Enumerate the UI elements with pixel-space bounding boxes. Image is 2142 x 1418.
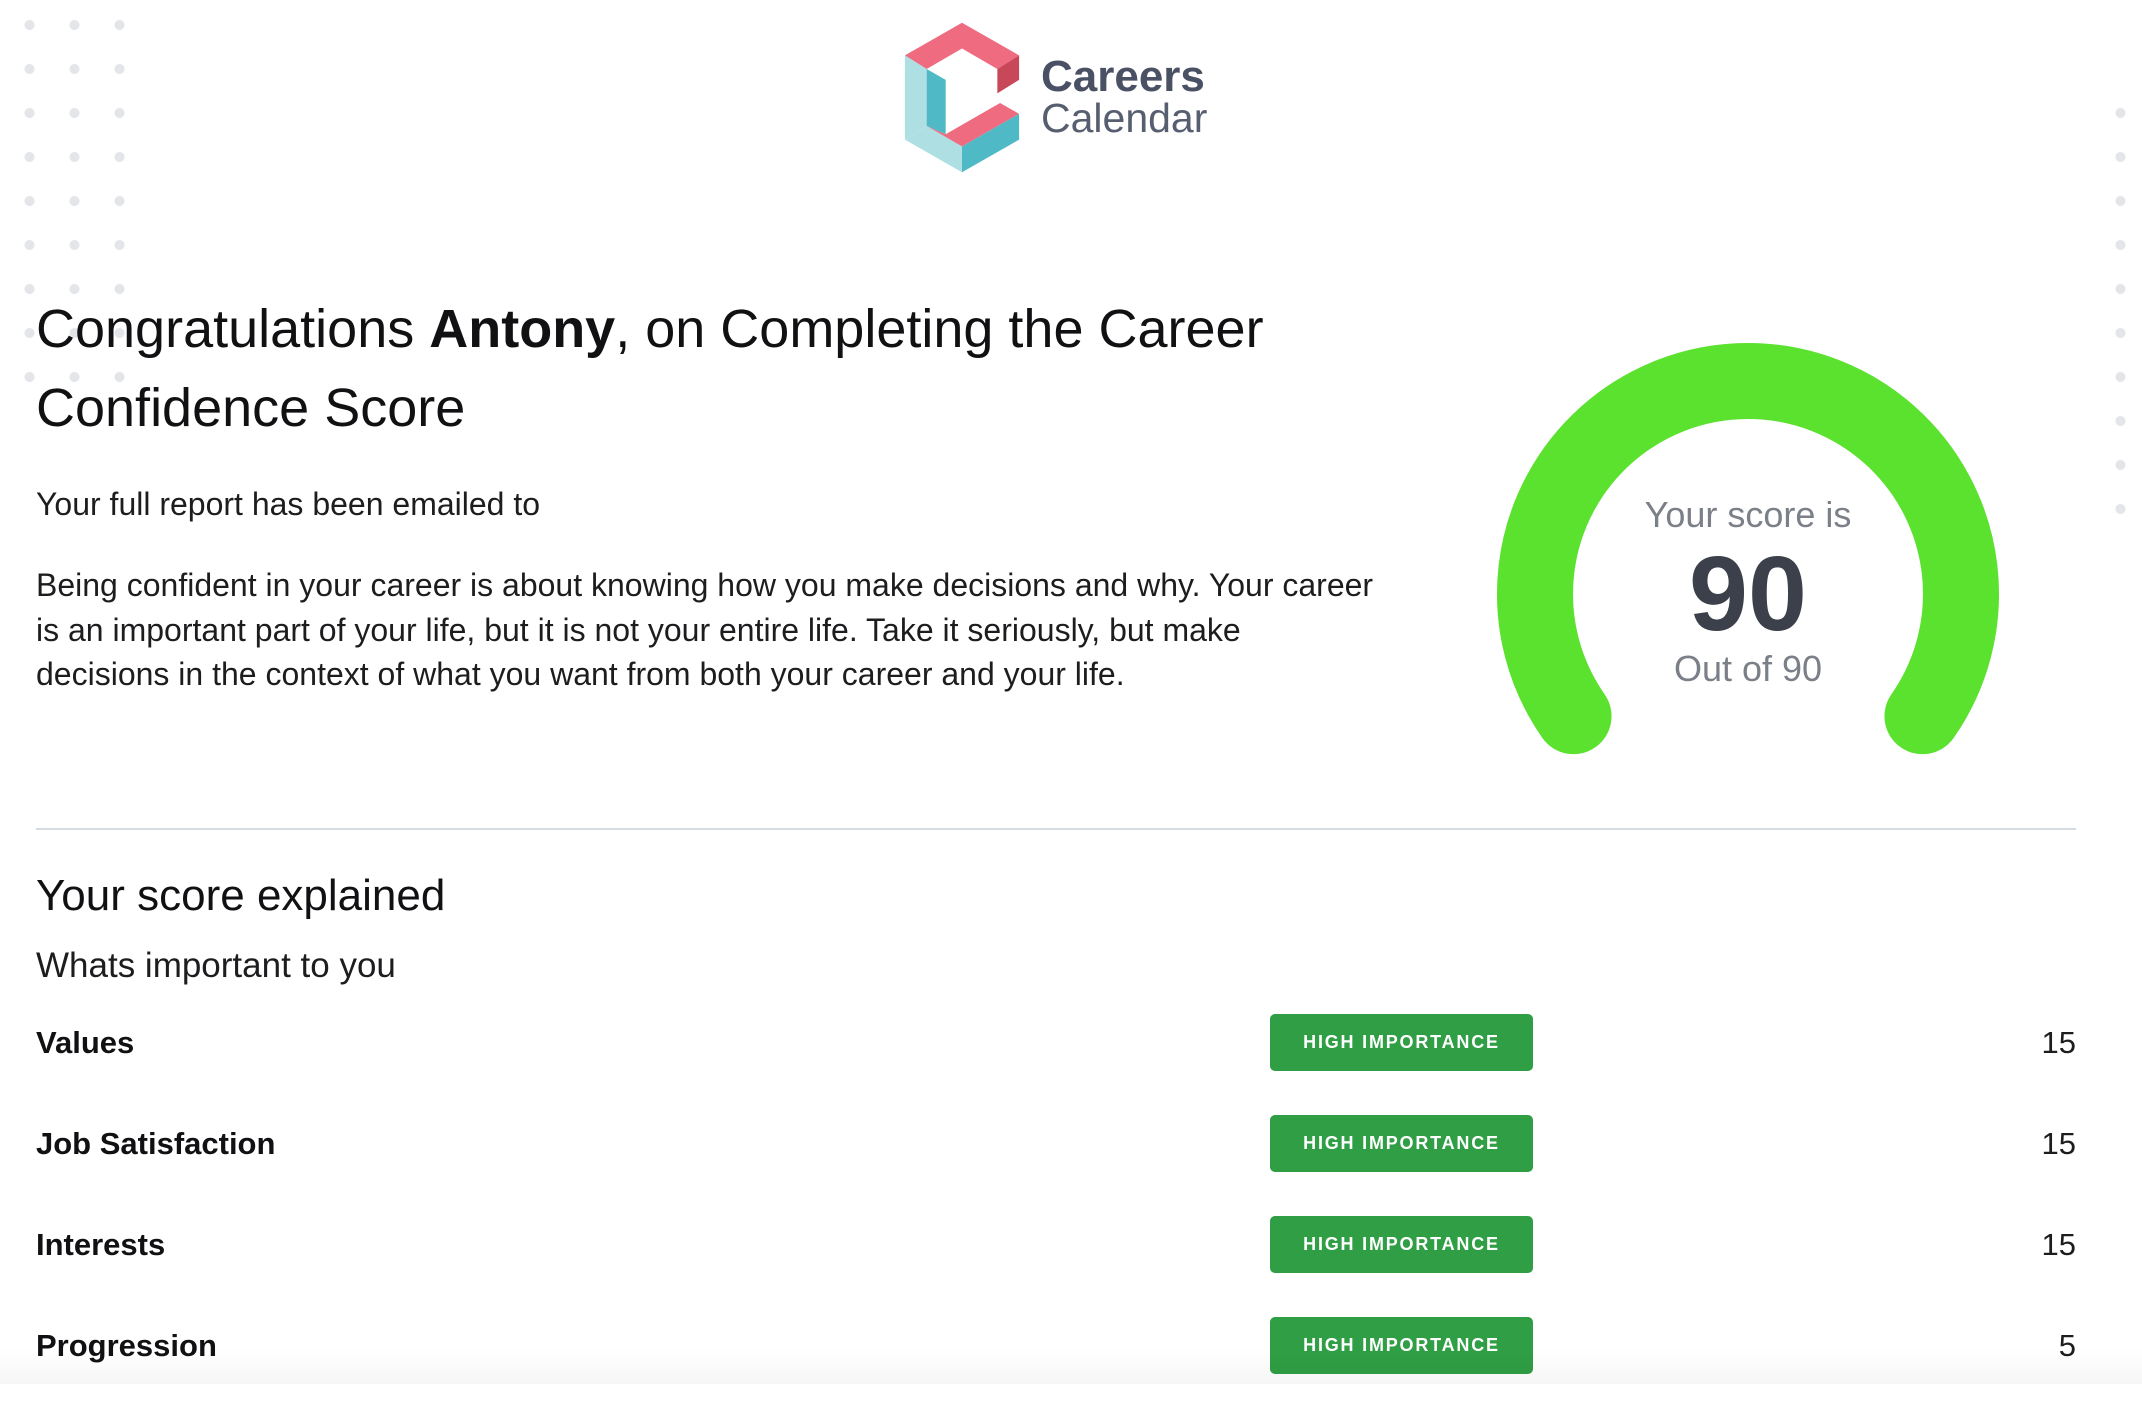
importance-row: Values HIGH IMPORTANCE 15	[36, 1014, 2076, 1071]
importance-row-label: Progression	[36, 1327, 217, 1363]
importance-row-label: Job Satisfaction	[36, 1125, 276, 1161]
logo-left-outer	[904, 55, 927, 140]
importance-badge: HIGH IMPORTANCE	[1270, 1014, 1533, 1071]
careers-calendar-logo-icon	[904, 22, 1020, 173]
importance-row-score: 15	[2041, 1025, 2076, 1060]
intro-paragraph: Being confident in your career is about …	[36, 563, 1373, 697]
title-prefix: Congratulations	[36, 299, 430, 359]
report-emailed-text: Your full report has been emailed to	[36, 486, 541, 522]
intro-line: is an important part of your life, but i…	[36, 611, 1241, 648]
score-out-of: Out of 90	[1673, 648, 1823, 689]
importance-badge: HIGH IMPORTANCE	[1270, 1317, 1533, 1374]
importance-row-label: Interests	[36, 1226, 166, 1262]
page-title: Congratulations Antony, on Completing th…	[36, 290, 1356, 448]
importance-list: Values HIGH IMPORTANCE 15 Job Satisfacti…	[36, 1014, 2076, 1418]
brand-name-line2: Calendar	[1041, 95, 1208, 141]
logo-link[interactable]: Careers Calendar	[902, 20, 1232, 180]
intro-line: decisions in the context of what you wan…	[36, 656, 1125, 692]
importance-row: Progression HIGH IMPORTANCE 5	[36, 1317, 2076, 1374]
score-explained-title: Your score explained	[36, 871, 446, 920]
importance-row: Job Satisfaction HIGH IMPORTANCE 15	[36, 1115, 2076, 1172]
brand-name-line1: Careers	[1041, 52, 1205, 101]
logo-left-inner	[926, 68, 946, 135]
dot-pattern-right	[2098, 91, 2142, 531]
importance-badge: HIGH IMPORTANCE	[1270, 1216, 1533, 1273]
logo-top-face	[904, 22, 1020, 69]
score-label: Your score is	[1644, 494, 1852, 535]
importance-row-score: 15	[2041, 1227, 2076, 1262]
user-name: Antony	[429, 299, 616, 359]
importance-row-score: 5	[2058, 1328, 2076, 1363]
score-explained-subtitle: Whats important to you	[36, 946, 396, 985]
importance-badge: HIGH IMPORTANCE	[1270, 1115, 1533, 1172]
importance-row: Interests HIGH IMPORTANCE 15	[36, 1216, 2076, 1273]
section-divider	[36, 828, 2076, 830]
importance-row-score: 15	[2041, 1126, 2076, 1161]
intro-line: Being confident in your career is about …	[36, 567, 1374, 603]
importance-row-label: Values	[36, 1024, 135, 1060]
score-value: 90	[1689, 535, 1807, 653]
